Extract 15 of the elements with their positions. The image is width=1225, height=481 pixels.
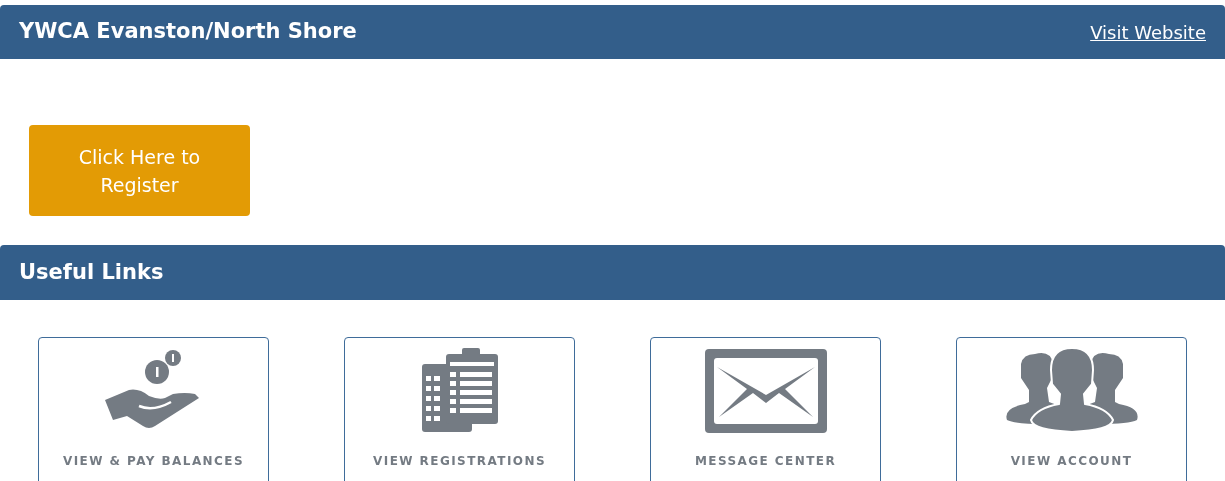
tile-label: MESSAGE CENTER bbox=[694, 453, 837, 470]
site-title: YWCA Evanston/North Shore bbox=[19, 18, 357, 46]
link-tile[interactable]: VIEW & PAY BALANCES bbox=[38, 337, 269, 481]
register-button[interactable]: Click Here to Register bbox=[29, 125, 250, 216]
section-title: Useful Links bbox=[19, 258, 164, 286]
tile-label: VIEW & PAY BALANCES bbox=[62, 453, 245, 470]
tile-label: VIEW ACCOUNT bbox=[1010, 453, 1133, 470]
clipboards-icon bbox=[419, 348, 500, 434]
link-tile[interactable]: VIEW REGISTRATIONS bbox=[344, 337, 575, 481]
link-tile[interactable]: VIEW ACCOUNT bbox=[956, 337, 1187, 481]
tile-label: VIEW REGISTRATIONS bbox=[373, 453, 546, 470]
visit-website-link[interactable]: Visit Website bbox=[1090, 18, 1206, 46]
envelope-icon bbox=[704, 349, 827, 433]
people-icon bbox=[1004, 348, 1139, 434]
link-tile[interactable]: MESSAGE CENTER bbox=[650, 337, 881, 481]
